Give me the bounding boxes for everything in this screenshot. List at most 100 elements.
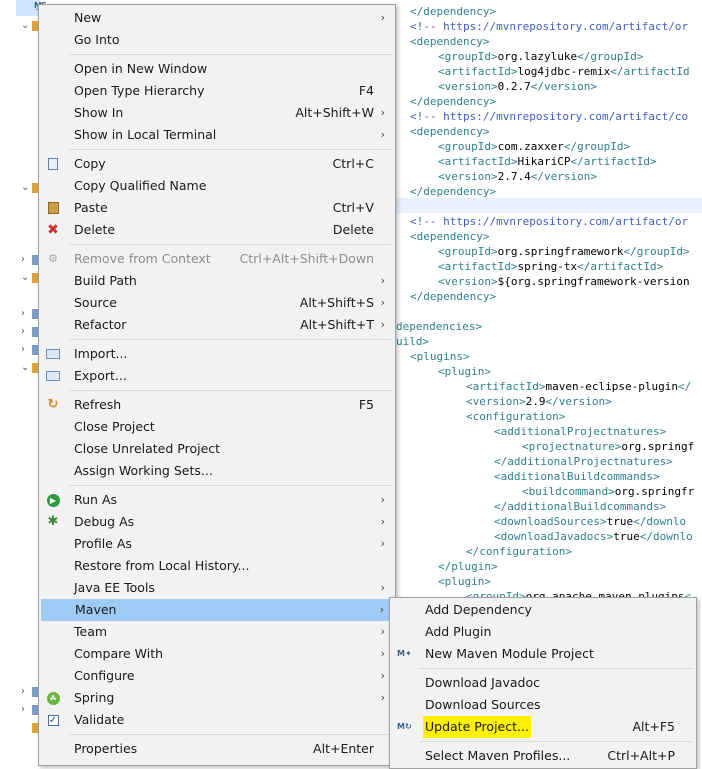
chevron-right-icon[interactable]: ›	[21, 308, 31, 320]
menu-item-team[interactable]: Team ›	[40, 621, 394, 643]
code-line: </dependency>	[410, 184, 496, 199]
menu-item-properties[interactable]: Properties Alt+Enter	[40, 738, 394, 760]
menu-item-label: Import...	[74, 346, 128, 361]
code-line: <version>2.7.4</version>	[438, 169, 597, 184]
chevron-right-icon[interactable]: ›	[21, 326, 31, 338]
xml-tag: <additionalProjectnatures>	[494, 425, 667, 438]
xml-tag: <plugin>	[438, 365, 491, 378]
maven-menu-item-download-javadoc[interactable]: Download Javadoc	[391, 672, 695, 694]
explorer-tree-row[interactable]: ›	[0, 324, 40, 340]
menu-item-debug-as[interactable]: ✱ Debug As ›	[40, 511, 394, 533]
chevron-right-icon[interactable]: ›	[21, 704, 31, 716]
menu-item-import[interactable]: Import...	[40, 343, 394, 365]
xml-text: org.springf	[621, 440, 695, 453]
code-line: <configuration>	[466, 409, 565, 424]
maven-menu-item-download-sources[interactable]: Download Sources	[391, 694, 695, 716]
explorer-tree-row[interactable]: ›	[0, 702, 40, 718]
maven-menu-item-update-project[interactable]: M↻ Update Project... Alt+F5	[391, 716, 695, 738]
code-line: <groupId>com.zaxxer</groupId>	[438, 139, 630, 154]
menu-item-spring[interactable]: ☘ Spring ›	[40, 687, 394, 709]
xml-tag: <additionalBuildcommands>	[494, 470, 660, 483]
chevron-right-icon[interactable]	[21, 722, 31, 734]
maven-menu-item-shortcut: Ctrl+Alt+P	[607, 748, 675, 763]
xml-text: true	[613, 530, 640, 543]
menu-item-refactor[interactable]: Refactor Alt+Shift+T ›	[40, 314, 394, 336]
submenu-arrow-icon: ›	[380, 647, 385, 660]
maven-menu-item-select-maven-profiles[interactable]: Select Maven Profiles... Ctrl+Alt+P	[391, 745, 695, 767]
chevron-down-icon[interactable]: ⌄	[21, 272, 31, 284]
menu-item-open-in-new-window[interactable]: Open in New Window	[40, 58, 394, 80]
maven-menu-item-label: Add Plugin	[425, 624, 492, 639]
menu-item-restore-from-local-history[interactable]: Restore from Local History...	[40, 555, 394, 577]
chevron-right-icon[interactable]: ›	[21, 686, 31, 698]
xml-tag: </groupId>	[563, 140, 631, 153]
remove-context-icon: ⚙	[48, 252, 58, 265]
selected-project-row[interactable]: M̲S	[16, 0, 47, 16]
explorer-tree-row[interactable]	[0, 720, 40, 736]
menu-item-profile-as[interactable]: Profile As ›	[40, 533, 394, 555]
menu-item-refresh[interactable]: ↻ Refresh F5	[40, 394, 394, 416]
menu-item-close-unrelated-project[interactable]: Close Unrelated Project	[40, 438, 394, 460]
export-icon	[46, 369, 60, 383]
checkbox-icon: ✓	[47, 714, 59, 726]
xml-tag: <configuration>	[466, 410, 566, 423]
submenu-arrow-icon: ›	[380, 691, 385, 704]
menu-item-source[interactable]: Source Alt+Shift+S ›	[40, 292, 394, 314]
menu-item-delete[interactable]: ✖ Delete Delete	[40, 219, 394, 241]
menu-item-java-ee-tools[interactable]: Java EE Tools ›	[40, 577, 394, 599]
explorer-tree-row[interactable]: ⌄	[0, 18, 40, 34]
menu-item-label: Build Path	[74, 273, 137, 288]
menu-item-maven[interactable]: Maven ›	[41, 599, 393, 621]
menu-item-run-as[interactable]: ▶ Run As ›	[40, 489, 394, 511]
maven-menu-item-add-dependency[interactable]: Add Dependency	[391, 599, 695, 621]
menu-item-configure[interactable]: Configure ›	[40, 665, 394, 687]
menu-item-label: Run As	[74, 492, 118, 507]
menu-item-open-type-hierarchy[interactable]: Open Type Hierarchy F4	[40, 80, 394, 102]
menu-item-assign-working-sets[interactable]: Assign Working Sets...	[40, 460, 394, 482]
explorer-tree-row[interactable]: ›	[0, 684, 40, 700]
menu-item-copy[interactable]: Copy Ctrl+C	[40, 153, 394, 175]
explorer-tree-row[interactable]: ›	[0, 306, 40, 322]
xml-text: 2.7.4	[497, 170, 531, 183]
chevron-right-icon[interactable]: ›	[21, 254, 31, 266]
code-line: </dependency>	[410, 4, 496, 19]
menu-item-copy-qualified-name[interactable]: Copy Qualified Name	[40, 175, 394, 197]
spring-icon: ☘	[46, 691, 60, 705]
menu-item-compare-with[interactable]: Compare With ›	[40, 643, 394, 665]
menu-item-validate[interactable]: ✓ Validate	[40, 709, 394, 731]
chevron-down-icon[interactable]: ⌄	[21, 362, 31, 374]
code-line: <version>${org.springframework-version	[438, 274, 690, 289]
explorer-tree-row[interactable]: ⌄	[0, 180, 40, 196]
menu-item-go-into[interactable]: Go Into	[40, 29, 394, 51]
chevron-down-icon[interactable]: ⌄	[21, 20, 31, 32]
xml-tag: </plugin>	[438, 560, 498, 573]
menu-item-build-path[interactable]: Build Path ›	[40, 270, 394, 292]
xml-tag: <groupId>	[438, 245, 498, 258]
maven-menu-item-new-maven-module-project[interactable]: M✦ New Maven Module Project	[391, 643, 695, 665]
explorer-tree-row[interactable]: ⌄	[0, 360, 40, 376]
code-line: </additionalProjectnatures>	[494, 454, 673, 469]
menu-item-export[interactable]: Export...	[40, 365, 394, 387]
explorer-tree-row[interactable]: ⌄	[0, 270, 40, 286]
xml-tag: </additionalProjectnatures>	[494, 455, 673, 468]
code-line: <artifactId>HikariCP</artifactId>	[438, 154, 657, 169]
chevron-right-icon[interactable]: ›	[21, 344, 31, 356]
menu-item-close-project[interactable]: Close Project	[40, 416, 394, 438]
xml-tag: </configuration>	[466, 545, 572, 558]
maven-menu-item-label: Select Maven Profiles...	[425, 748, 571, 763]
menu-item-shortcut: F4	[358, 83, 374, 98]
xml-tag: </dependency>	[410, 185, 497, 198]
code-line: <groupId>org.springframework</groupId>	[438, 244, 690, 259]
explorer-tree-row[interactable]: ›	[0, 342, 40, 358]
maven-menu-item-add-plugin[interactable]: Add Plugin	[391, 621, 695, 643]
chevron-down-icon[interactable]: ⌄	[21, 182, 31, 194]
menu-item-label: Close Project	[74, 419, 155, 434]
explorer-tree-row[interactable]: ›	[0, 252, 40, 268]
submenu-arrow-icon: ›	[380, 625, 385, 638]
code-line: <artifactId>spring-tx</artifactId>	[438, 259, 663, 274]
menu-item-new[interactable]: New ›	[40, 7, 394, 29]
menu-item-paste[interactable]: Paste Ctrl+V	[40, 197, 394, 219]
xml-tag: <dependency>	[410, 125, 490, 138]
menu-item-show-in-local-terminal[interactable]: Show in Local Terminal ›	[40, 124, 394, 146]
menu-item-show-in[interactable]: Show In Alt+Shift+W ›	[40, 102, 394, 124]
